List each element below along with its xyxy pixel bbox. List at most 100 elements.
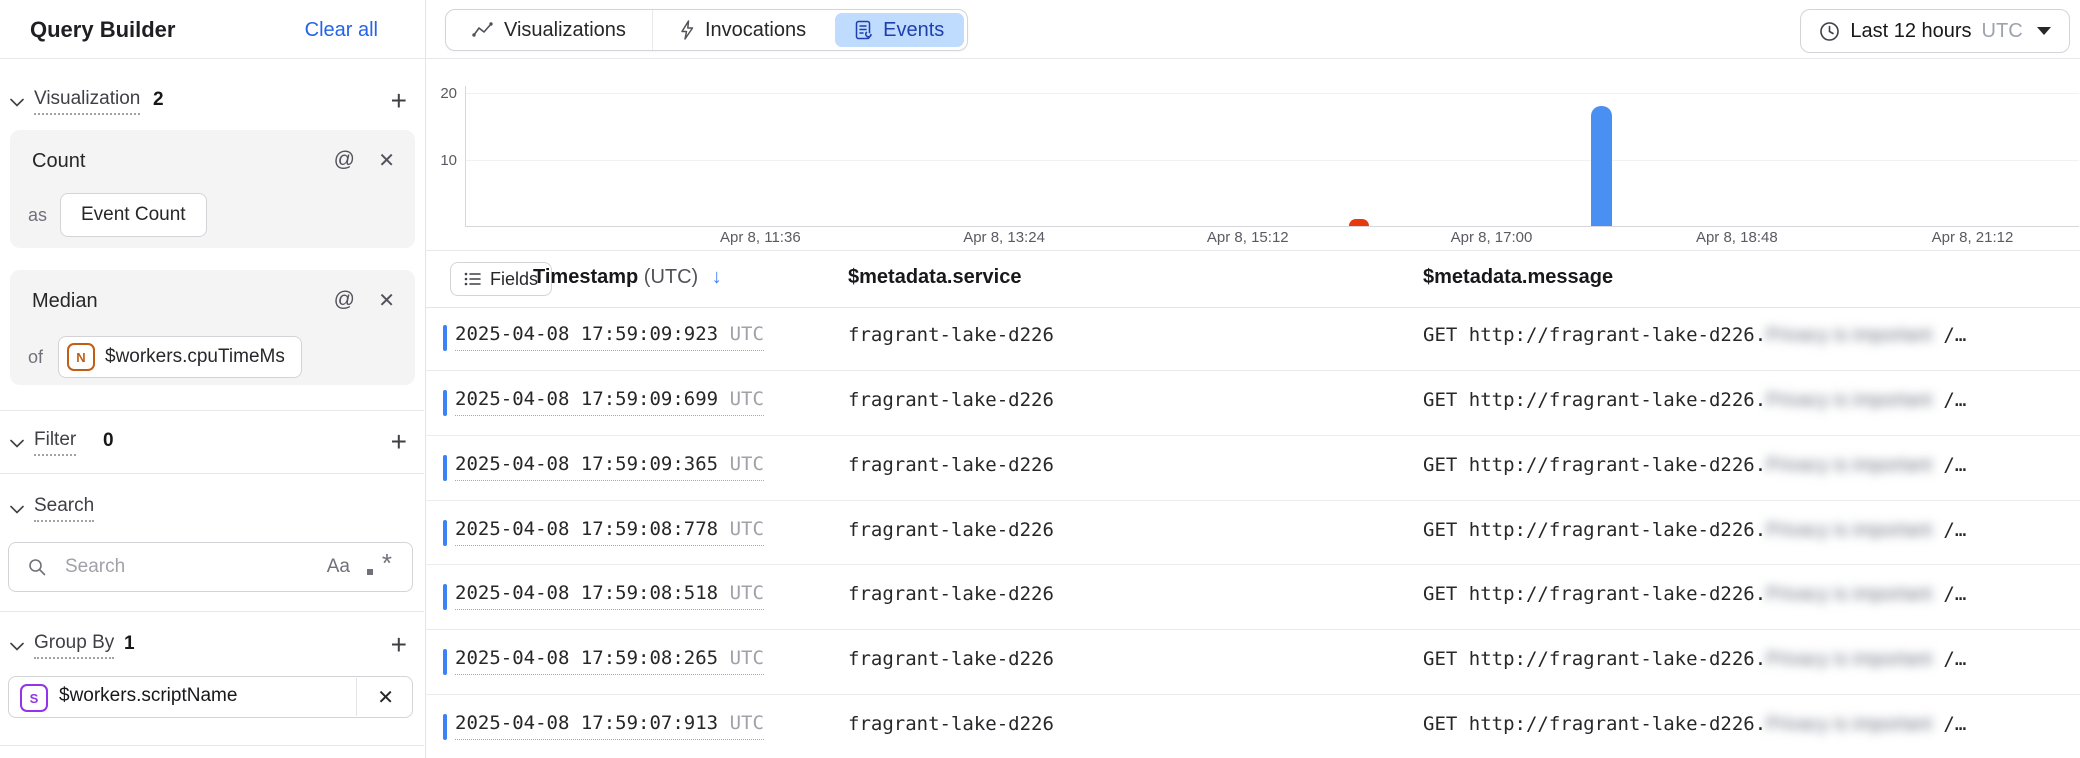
tab-visualizations[interactable]: Visualizations: [446, 10, 652, 50]
clear-all-link[interactable]: Clear all: [305, 19, 378, 42]
timestamp-timezone: UTC: [730, 518, 764, 540]
service-cell: fragrant-lake-d226: [848, 713, 1054, 735]
page-title: Query Builder: [30, 17, 175, 43]
column-header-message[interactable]: $metadata.message: [1423, 266, 1613, 289]
time-range-selector[interactable]: Last 12 hours UTC: [1800, 9, 2070, 53]
x-axis-tick-label: Apr 8, 11:36: [690, 229, 830, 246]
query-builder-app: Query Builder Clear all Visualization 2 …: [0, 0, 2080, 758]
timestamp-cell[interactable]: 2025-04-08 17:59:09:699 UTC: [455, 388, 764, 416]
field-pill[interactable]: N $workers.cpuTimeMs: [58, 336, 302, 378]
timestamp-cell[interactable]: 2025-04-08 17:59:09:365 UTC: [455, 453, 764, 481]
visualization-count: 2: [153, 89, 164, 111]
service-cell: fragrant-lake-d226: [848, 324, 1054, 346]
timestamp-timezone: UTC: [730, 582, 764, 604]
search-icon: [27, 557, 47, 582]
view-tabs: Visualizations Invocations Events: [445, 9, 968, 51]
chevron-down-icon[interactable]: [10, 94, 24, 112]
event-marker-bar: [443, 584, 447, 610]
table-row[interactable]: 2025-04-08 17:59:07:913 UTC fragrant-lak…: [425, 695, 2080, 758]
time-range-label: Last 12 hours: [1850, 20, 1971, 43]
event-marker-bar: [443, 390, 447, 416]
table-row[interactable]: 2025-04-08 17:59:09:923 UTC fragrant-lak…: [425, 306, 2080, 371]
remove-card-icon[interactable]: ✕: [378, 148, 395, 173]
timestamp-timezone: UTC: [730, 647, 764, 669]
results-topbar: Visualizations Invocations Events: [425, 0, 2080, 59]
remove-card-icon[interactable]: ✕: [378, 288, 395, 313]
gridline: [466, 160, 2079, 161]
table-row[interactable]: 2025-04-08 17:59:09:365 UTC fragrant-lak…: [425, 436, 2080, 501]
group-by-section-label[interactable]: Group By: [34, 632, 114, 659]
timestamp-cell[interactable]: 2025-04-08 17:59:09:923 UTC: [455, 323, 764, 351]
alias-pill[interactable]: Event Count: [60, 193, 207, 237]
clock-icon: [1819, 21, 1840, 42]
lightning-icon: [679, 20, 695, 40]
add-visualization-button[interactable]: +: [391, 87, 407, 115]
timestamp-timezone: UTC: [730, 323, 764, 345]
tab-events[interactable]: Events: [835, 13, 964, 47]
remove-group-by-icon[interactable]: ✕: [377, 685, 394, 710]
message-cell: GET http://fragrant-lake-d226.Privacy is…: [1423, 324, 1966, 347]
events-table-body: 2025-04-08 17:59:09:923 UTC fragrant-lak…: [425, 306, 2080, 758]
tab-label: Invocations: [705, 19, 806, 42]
histogram-bar[interactable]: [1591, 106, 1612, 226]
search-input[interactable]: Search Aa *: [8, 542, 413, 592]
event-marker-bar: [443, 520, 447, 546]
search-section-label[interactable]: Search: [34, 495, 94, 522]
group-by-pill[interactable]: S $workers.scriptName ✕: [8, 676, 413, 718]
timestamp-timezone: UTC: [730, 712, 764, 734]
sort-descending-icon[interactable]: ↓: [712, 266, 722, 288]
group-by-field-label: $workers.scriptName: [59, 685, 237, 707]
events-table-header: Fields Timestamp (UTC) ↓ $metadata.servi…: [425, 250, 2080, 308]
add-group-by-button[interactable]: +: [391, 631, 407, 659]
column-header-timestamp[interactable]: Timestamp (UTC) ↓: [533, 266, 722, 289]
timestamp-cell[interactable]: 2025-04-08 17:59:08:778 UTC: [455, 518, 764, 546]
table-row[interactable]: 2025-04-08 17:59:08:778 UTC fragrant-lak…: [425, 501, 2080, 566]
chevron-down-icon[interactable]: [10, 435, 24, 453]
field-reference-icon[interactable]: @: [334, 288, 355, 312]
column-header-service[interactable]: $metadata.service: [848, 266, 1021, 289]
event-marker-bar: [443, 714, 447, 740]
x-axis-tick-label: Apr 8, 21:12: [1902, 229, 2042, 246]
query-builder-sidebar: Query Builder Clear all Visualization 2 …: [0, 0, 426, 758]
timestamp-cell[interactable]: 2025-04-08 17:59:07:913 UTC: [455, 712, 764, 740]
timestamp-cell[interactable]: 2025-04-08 17:59:08:518 UTC: [455, 582, 764, 610]
event-marker-bar: [443, 649, 447, 675]
search-section-header: Search: [0, 492, 425, 524]
redacted-text: Privacy is important: [1766, 455, 1932, 476]
add-filter-button[interactable]: +: [391, 428, 407, 456]
card-title: Count: [32, 150, 85, 173]
service-cell: fragrant-lake-d226: [848, 389, 1054, 411]
visualization-section-label[interactable]: Visualization: [34, 88, 140, 115]
card-prefix-label: as: [28, 205, 47, 226]
redacted-text: Privacy is important: [1766, 584, 1932, 605]
results-panel: Visualizations Invocations Events: [425, 0, 2080, 758]
chevron-down-icon[interactable]: [10, 501, 24, 519]
histogram-bar[interactable]: [1349, 219, 1369, 226]
visualization-card-median: Median @ ✕ of N $workers.cpuTimeMs: [10, 270, 415, 385]
visualization-section-header: Visualization 2 +: [0, 85, 425, 117]
redacted-text: Privacy is important: [1766, 390, 1932, 411]
x-axis-tick-label: Apr 8, 18:48: [1667, 229, 1807, 246]
divider: [356, 678, 357, 716]
gridline: [466, 93, 2079, 94]
chevron-down-icon[interactable]: [10, 638, 24, 656]
card-title: Median: [32, 290, 98, 313]
match-case-toggle[interactable]: Aa: [327, 556, 350, 578]
field-reference-icon[interactable]: @: [334, 148, 355, 172]
timestamp-cell[interactable]: 2025-04-08 17:59:08:265 UTC: [455, 647, 764, 675]
table-row[interactable]: 2025-04-08 17:59:09:699 UTC fragrant-lak…: [425, 371, 2080, 436]
string-type-badge: S: [20, 684, 48, 712]
table-row[interactable]: 2025-04-08 17:59:08:518 UTC fragrant-lak…: [425, 565, 2080, 630]
sidebar-header: Query Builder Clear all: [0, 0, 425, 59]
regex-toggle-icon[interactable]: *: [366, 551, 392, 581]
caret-down-icon: [2037, 27, 2051, 35]
filter-section-label[interactable]: Filter: [34, 429, 76, 456]
table-row[interactable]: 2025-04-08 17:59:08:265 UTC fragrant-lak…: [425, 630, 2080, 695]
alias-pill-label: Event Count: [81, 204, 186, 226]
number-type-badge: N: [67, 343, 95, 371]
divider: [0, 745, 424, 746]
message-cell: GET http://fragrant-lake-d226.Privacy is…: [1423, 583, 1966, 606]
tab-invocations[interactable]: Invocations: [652, 10, 832, 50]
x-axis-tick-label: Apr 8, 15:12: [1178, 229, 1318, 246]
group-by-count: 1: [124, 633, 135, 655]
